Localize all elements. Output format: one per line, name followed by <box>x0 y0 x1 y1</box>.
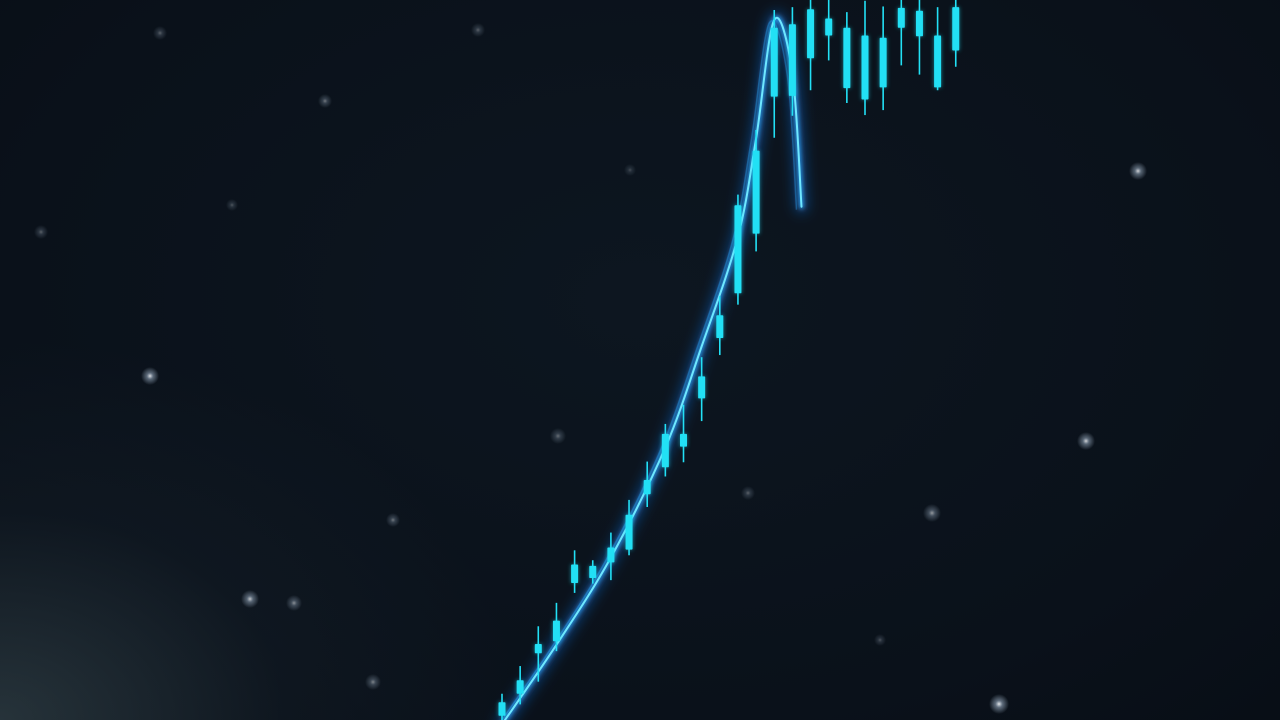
particle-7 <box>1077 432 1095 450</box>
candle-13 <box>734 194 742 305</box>
candles-glow <box>498 7 960 716</box>
particle-12 <box>241 590 259 608</box>
candle-body <box>879 37 887 88</box>
candle-body <box>716 315 724 339</box>
candle-body <box>571 564 579 583</box>
candle-19 <box>843 12 851 104</box>
candle-body <box>915 10 923 37</box>
particle-0 <box>153 26 167 40</box>
candle-25 <box>952 0 960 67</box>
candle-body <box>952 7 960 51</box>
particle-15 <box>989 694 1009 714</box>
particle-16 <box>624 164 636 176</box>
particle-3 <box>226 199 238 211</box>
candle-body <box>643 480 651 495</box>
candle-body <box>770 27 778 97</box>
candles <box>498 0 960 720</box>
candle-18 <box>825 0 833 61</box>
candle-body <box>752 150 760 234</box>
candle-4 <box>571 550 579 593</box>
candlestick-chart <box>34 0 1147 720</box>
particle-14 <box>365 674 381 690</box>
candle-body <box>661 433 669 468</box>
candle-body <box>498 702 506 716</box>
particle-17 <box>874 634 886 646</box>
candle-body <box>625 514 633 550</box>
candle-17 <box>807 0 815 91</box>
trend-curve <box>496 10 809 720</box>
candle-body <box>843 27 851 89</box>
bokeh-particles <box>34 23 1147 714</box>
candle-21 <box>879 6 887 111</box>
candle-body <box>534 644 542 654</box>
candle-23 <box>915 0 923 75</box>
candle-body <box>807 9 815 59</box>
candle-body <box>589 565 597 578</box>
candle-body <box>788 24 796 96</box>
candle-body <box>934 35 942 88</box>
candle-body <box>552 620 560 642</box>
particle-10 <box>923 504 941 522</box>
trend-line-outer <box>501 15 804 720</box>
candle-15 <box>770 10 778 138</box>
candle-body <box>897 7 905 28</box>
particle-4 <box>34 225 48 239</box>
particle-8 <box>550 428 566 444</box>
particle-5 <box>141 367 159 385</box>
candle-body <box>698 376 706 399</box>
candle-body <box>516 680 524 694</box>
candle-22 <box>897 0 905 66</box>
candle-24 <box>934 7 942 91</box>
particle-6 <box>1129 162 1147 180</box>
candle-body <box>734 205 742 294</box>
particle-13 <box>286 595 302 611</box>
particle-9 <box>741 486 755 500</box>
candle-body <box>861 35 869 100</box>
candle-body <box>825 18 833 36</box>
candle-body <box>607 547 615 563</box>
chart-scene <box>0 0 1280 720</box>
particle-1 <box>471 23 485 37</box>
particle-2 <box>318 94 332 108</box>
candle-20 <box>861 0 869 116</box>
candle-body <box>680 433 687 447</box>
particle-11 <box>386 513 400 527</box>
